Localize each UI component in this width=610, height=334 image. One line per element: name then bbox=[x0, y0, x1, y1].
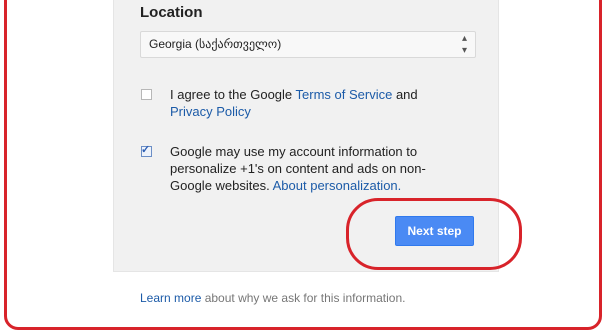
terms-prefix: I agree to the Google bbox=[170, 87, 296, 102]
annotation-circle bbox=[346, 198, 522, 270]
terms-and: and bbox=[392, 87, 418, 102]
privacy-policy-link[interactable]: Privacy Policy bbox=[170, 104, 251, 119]
location-select[interactable]: Georgia (საქართველო) ▴ ▾ bbox=[140, 31, 476, 58]
terms-text: I agree to the Google Terms of Service a… bbox=[170, 86, 460, 120]
footer-text: about why we ask for this information. bbox=[201, 291, 406, 305]
personalization-text: Google may use my account information to… bbox=[170, 143, 455, 194]
about-personalization-link[interactable]: About personalization. bbox=[273, 178, 402, 193]
footer-note: Learn more about why we ask for this inf… bbox=[140, 291, 405, 305]
location-label: Location bbox=[140, 4, 203, 21]
location-selected-value: Georgia (საქართველო) bbox=[149, 37, 282, 51]
terms-checkbox[interactable] bbox=[141, 89, 152, 100]
select-arrows-icon: ▴ ▾ bbox=[461, 32, 467, 56]
learn-more-link[interactable]: Learn more bbox=[140, 291, 201, 305]
checkmark-icon: ✓ bbox=[141, 144, 151, 156]
terms-of-service-link[interactable]: Terms of Service bbox=[296, 87, 393, 102]
personalization-checkbox[interactable]: ✓ bbox=[141, 144, 152, 157]
